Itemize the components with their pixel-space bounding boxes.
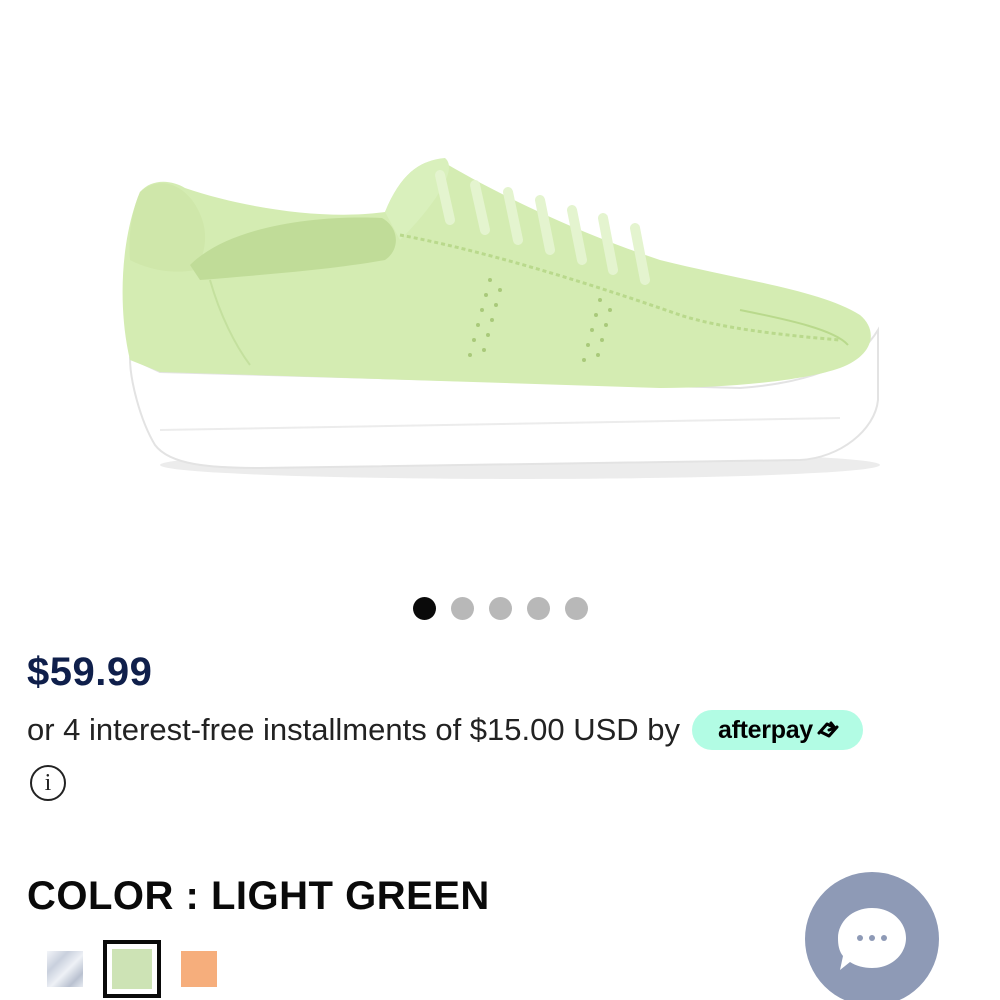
sneaker-illustration xyxy=(122,158,880,479)
swatch-light-green-fill xyxy=(112,949,152,989)
product-page: $59.99 or 4 interest-free installments o… xyxy=(0,0,1000,1000)
carousel-dot-5[interactable] xyxy=(564,597,588,620)
afterpay-badge[interactable]: afterpay xyxy=(692,710,863,750)
swatch-light-green[interactable] xyxy=(103,940,161,998)
swatch-marble-white[interactable] xyxy=(47,951,83,987)
info-glyph: i xyxy=(44,769,52,796)
info-circle-icon[interactable]: i xyxy=(30,765,66,801)
color-heading: COLOR : LIGHT GREEN xyxy=(27,874,490,918)
product-image[interactable] xyxy=(100,130,900,500)
afterpay-arrows-icon xyxy=(817,721,839,738)
color-swatches xyxy=(47,940,217,998)
chat-bubble-icon xyxy=(838,908,906,970)
swatch-peach[interactable] xyxy=(181,951,217,987)
chat-button[interactable] xyxy=(805,872,939,1000)
installments-text: or 4 interest-free installments of $15.0… xyxy=(27,712,681,747)
product-price: $59.99 xyxy=(27,650,153,694)
carousel-dot-4[interactable] xyxy=(526,597,550,620)
carousel-dot-1[interactable] xyxy=(412,597,436,620)
installments-row: or 4 interest-free installments of $15.0… xyxy=(27,710,863,750)
carousel-dot-3[interactable] xyxy=(488,597,512,620)
afterpay-label: afterpay xyxy=(718,715,813,744)
image-carousel-dots xyxy=(0,597,1000,620)
carousel-dot-2[interactable] xyxy=(450,597,474,620)
